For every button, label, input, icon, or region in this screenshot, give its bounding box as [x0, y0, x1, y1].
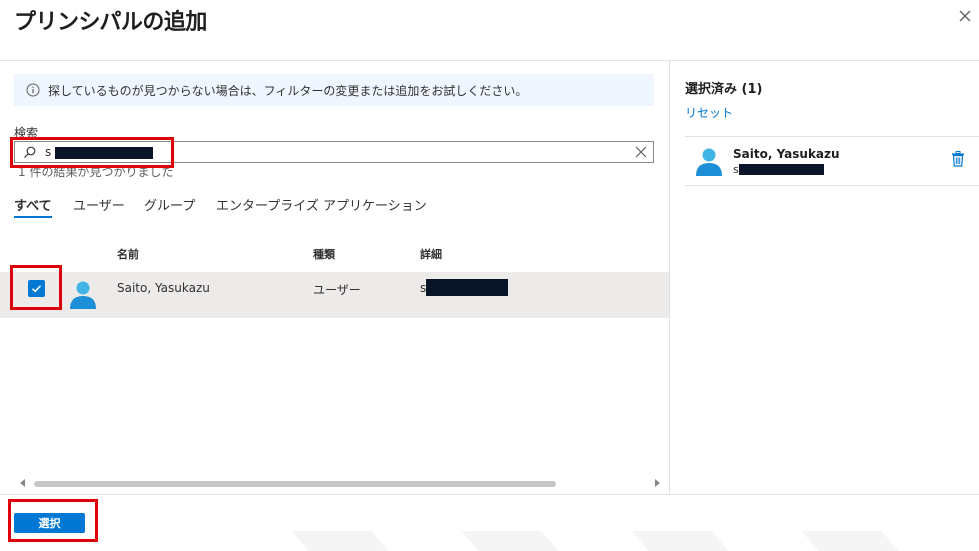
clear-search-icon[interactable] — [635, 146, 647, 158]
selected-item-name: Saito, Yasukazu — [733, 147, 840, 161]
selected-divider-top — [685, 136, 979, 137]
row-type: ユーザー — [313, 283, 361, 297]
redacted-selected-detail — [739, 164, 824, 175]
scroll-right-icon[interactable] — [655, 479, 660, 487]
tab-users[interactable]: ユーザー — [73, 195, 125, 214]
column-header-name[interactable]: 名前 — [117, 246, 139, 262]
tab-groups[interactable]: グループ — [144, 195, 195, 214]
active-tab-indicator — [14, 216, 52, 218]
selected-divider-bottom — [685, 185, 979, 186]
trash-icon[interactable] — [951, 151, 965, 167]
footer-divider — [0, 494, 979, 495]
tab-enterprise-applications[interactable]: エンタープライズ アプリケーション — [216, 195, 427, 214]
info-icon — [26, 83, 40, 97]
close-icon[interactable] — [957, 8, 973, 24]
selected-heading: 選択済み (1) — [685, 82, 763, 97]
background-decoration — [801, 531, 899, 551]
dialog-title: プリンシパルの追加 — [14, 10, 207, 35]
info-text: 探しているものが見つからない場合は、フィルターの変更または追加をお試しください。 — [48, 84, 528, 98]
tab-all[interactable]: すべて — [14, 195, 52, 214]
background-decoration — [631, 531, 729, 551]
scrollbar-thumb[interactable] — [34, 481, 556, 487]
info-bar: 探しているものが見つからない場合は、フィルターの変更または追加をお試しください。 — [14, 74, 654, 106]
reset-link[interactable]: リセット — [685, 104, 733, 121]
user-avatar-icon — [70, 281, 96, 309]
scroll-left-icon[interactable] — [20, 479, 25, 487]
background-decoration — [461, 531, 559, 551]
column-header-type[interactable]: 種類 — [313, 246, 335, 262]
column-header-detail[interactable]: 詳細 — [420, 246, 442, 262]
background-decoration — [291, 531, 389, 551]
select-button-highlight-box — [8, 499, 98, 542]
redacted-detail — [426, 279, 508, 296]
search-highlight-box — [10, 137, 174, 168]
selected-user-avatar-icon — [696, 148, 722, 176]
checkbox-highlight-box — [10, 265, 62, 310]
row-name: Saito, Yasukazu — [117, 281, 210, 295]
selected-item-detail: s — [733, 163, 739, 176]
header-divider — [0, 60, 979, 61]
pane-divider — [669, 61, 670, 494]
